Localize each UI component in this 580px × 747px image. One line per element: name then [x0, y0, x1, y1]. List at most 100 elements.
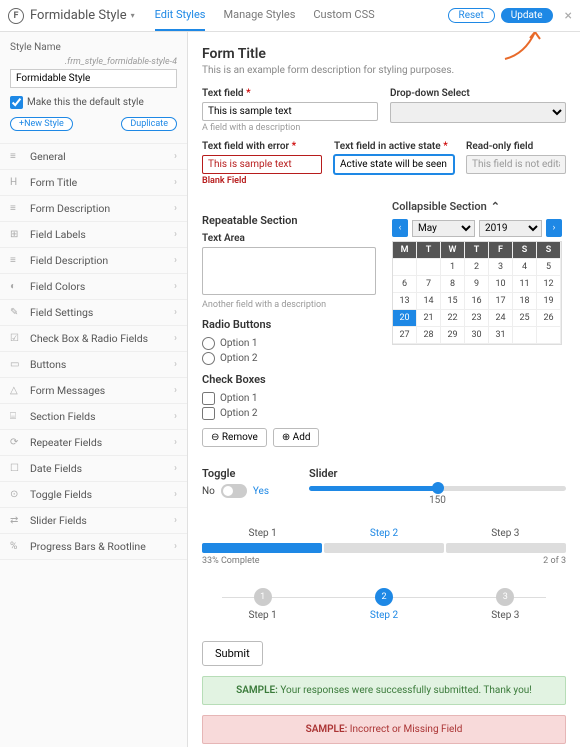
cal-day[interactable]: 8	[441, 276, 465, 293]
cal-prev-button[interactable]: ‹	[392, 219, 408, 237]
sidebar-item[interactable]: ◐Field Colors›	[0, 273, 187, 299]
cal-day[interactable]: 2	[465, 259, 489, 276]
sidebar-item[interactable]: %Progress Bars & Rootline›	[0, 533, 187, 560]
cal-day[interactable]: 11	[513, 276, 537, 293]
dot-3[interactable]: 3	[496, 588, 514, 606]
cal-day[interactable]: 19	[537, 293, 561, 310]
chevron-right-icon: ›	[174, 203, 177, 214]
cal-day[interactable]: 10	[489, 276, 513, 293]
slider-thumb[interactable]	[432, 482, 444, 494]
style-name-input[interactable]	[10, 69, 177, 88]
textfield-input[interactable]	[202, 102, 378, 121]
default-style-checkbox[interactable]: Make this the default style	[10, 96, 177, 109]
dropdown-select[interactable]	[390, 102, 566, 123]
chevron-right-icon: ›	[174, 489, 177, 500]
cal-month-select[interactable]: May	[412, 220, 475, 237]
cal-day[interactable]: 18	[513, 293, 537, 310]
remove-button[interactable]: ⊖ Remove	[202, 428, 267, 447]
sidebar-item[interactable]: ≡General›	[0, 143, 187, 169]
sidebar-item[interactable]: ≡Field Description›	[0, 247, 187, 273]
nav-label: Form Description	[30, 202, 174, 215]
cal-day[interactable]: 26	[537, 310, 561, 327]
close-icon[interactable]: ×	[565, 8, 572, 24]
cal-day[interactable]: 16	[465, 293, 489, 310]
collapsible-section-header[interactable]: Collapsible Section⌃	[392, 200, 566, 213]
duplicate-button[interactable]: Duplicate	[121, 117, 177, 131]
sidebar-item[interactable]: ⇄Slider Fields›	[0, 507, 187, 533]
cal-day[interactable]: 27	[393, 327, 417, 344]
cal-day[interactable]: 4	[513, 259, 537, 276]
sidebar-item[interactable]: ≡Form Description›	[0, 195, 187, 221]
cal-day[interactable]: 6	[393, 276, 417, 293]
cal-day[interactable]: 17	[489, 293, 513, 310]
tab-custom-css[interactable]: Custom CSS	[313, 0, 374, 31]
cal-day[interactable]: 13	[393, 293, 417, 310]
update-button[interactable]: Update	[501, 8, 553, 23]
cal-day[interactable]: 7	[417, 276, 441, 293]
cal-day[interactable]: 25	[513, 310, 537, 327]
cal-day[interactable]: 3	[489, 259, 513, 276]
toggle-switch[interactable]	[221, 484, 247, 498]
cal-day[interactable]: 31	[489, 327, 513, 344]
active-field-input[interactable]	[334, 155, 454, 174]
dot-2[interactable]: 2	[375, 588, 393, 606]
sidebar-item[interactable]: ✎Field Settings›	[0, 299, 187, 325]
sidebar-item[interactable]: ▭Buttons›	[0, 351, 187, 377]
chevron-right-icon: ›	[174, 515, 177, 526]
cal-day[interactable]: 14	[417, 293, 441, 310]
cal-day[interactable]: 15	[441, 293, 465, 310]
textarea-input[interactable]	[202, 247, 376, 295]
tab-edit-styles[interactable]: Edit Styles	[155, 0, 206, 31]
sidebar-item[interactable]: ⊞Field Labels›	[0, 221, 187, 247]
sidebar-item[interactable]: △Form Messages›	[0, 377, 187, 403]
sidebar-item[interactable]: ☐Date Fields›	[0, 455, 187, 481]
calendar: ‹ May 2019 › MTWTFSS12345678910111213141…	[392, 219, 562, 345]
nav-icon: ▭	[10, 359, 22, 370]
add-button[interactable]: ⊕ Add	[273, 428, 320, 447]
submit-button[interactable]: Submit	[202, 641, 263, 666]
nav-icon: ⌸	[10, 411, 22, 422]
app-logo-icon: F	[8, 8, 24, 24]
cal-day[interactable]: 20	[393, 310, 417, 327]
cal-day[interactable]: 29	[441, 327, 465, 344]
cal-day[interactable]: 23	[465, 310, 489, 327]
header-tabs: Edit Styles Manage Styles Custom CSS	[155, 0, 448, 31]
cal-day[interactable]: 5	[537, 259, 561, 276]
cal-year-select[interactable]: 2019	[479, 220, 542, 237]
sidebar-item[interactable]: ⌸Section Fields›	[0, 403, 187, 429]
tab-manage-styles[interactable]: Manage Styles	[223, 0, 295, 31]
cal-day[interactable]: 9	[465, 276, 489, 293]
checkbox-option-2[interactable]: Option 2	[202, 407, 376, 420]
textfield-hint: A field with a description	[202, 123, 378, 133]
slider-track[interactable]	[309, 486, 566, 491]
checkbox-option-1[interactable]: Option 1	[202, 392, 376, 405]
radio-option-1[interactable]: Option 1	[202, 337, 376, 350]
chevron-right-icon: ›	[174, 281, 177, 292]
cal-day[interactable]: 12	[537, 276, 561, 293]
chevron-up-icon: ⌃	[491, 200, 500, 213]
radio-option-2[interactable]: Option 2	[202, 352, 376, 365]
slider-label: Slider	[309, 467, 566, 480]
caret-down-icon[interactable]: ▾	[131, 11, 135, 20]
cal-day[interactable]: 30	[465, 327, 489, 344]
sidebar-item[interactable]: HForm Title›	[0, 169, 187, 195]
sidebar-item[interactable]: ☑Check Box & Radio Fields›	[0, 325, 187, 351]
reset-button[interactable]: Reset	[448, 8, 495, 23]
checkbox-label: Check Boxes	[202, 373, 376, 386]
progress-bar	[202, 543, 566, 553]
cal-day[interactable]: 28	[417, 327, 441, 344]
cal-day[interactable]: 21	[417, 310, 441, 327]
sidebar-item[interactable]: ⊙Toggle Fields›	[0, 481, 187, 507]
main-preview: Form Title This is an example form descr…	[188, 32, 580, 747]
new-style-button[interactable]: +New Style	[10, 117, 73, 131]
cal-day[interactable]: 22	[441, 310, 465, 327]
nav-icon: ⊙	[10, 489, 22, 500]
sidebar-item[interactable]: ⟳Repeater Fields›	[0, 429, 187, 455]
dot-1[interactable]: 1	[254, 588, 272, 606]
cal-next-button[interactable]: ›	[546, 219, 562, 237]
cal-day[interactable]: 1	[441, 259, 465, 276]
default-style-checkbox-input[interactable]	[10, 96, 23, 109]
cal-day[interactable]: 24	[489, 310, 513, 327]
error-field-input[interactable]	[202, 155, 322, 174]
nav-label: Form Messages	[30, 384, 174, 397]
